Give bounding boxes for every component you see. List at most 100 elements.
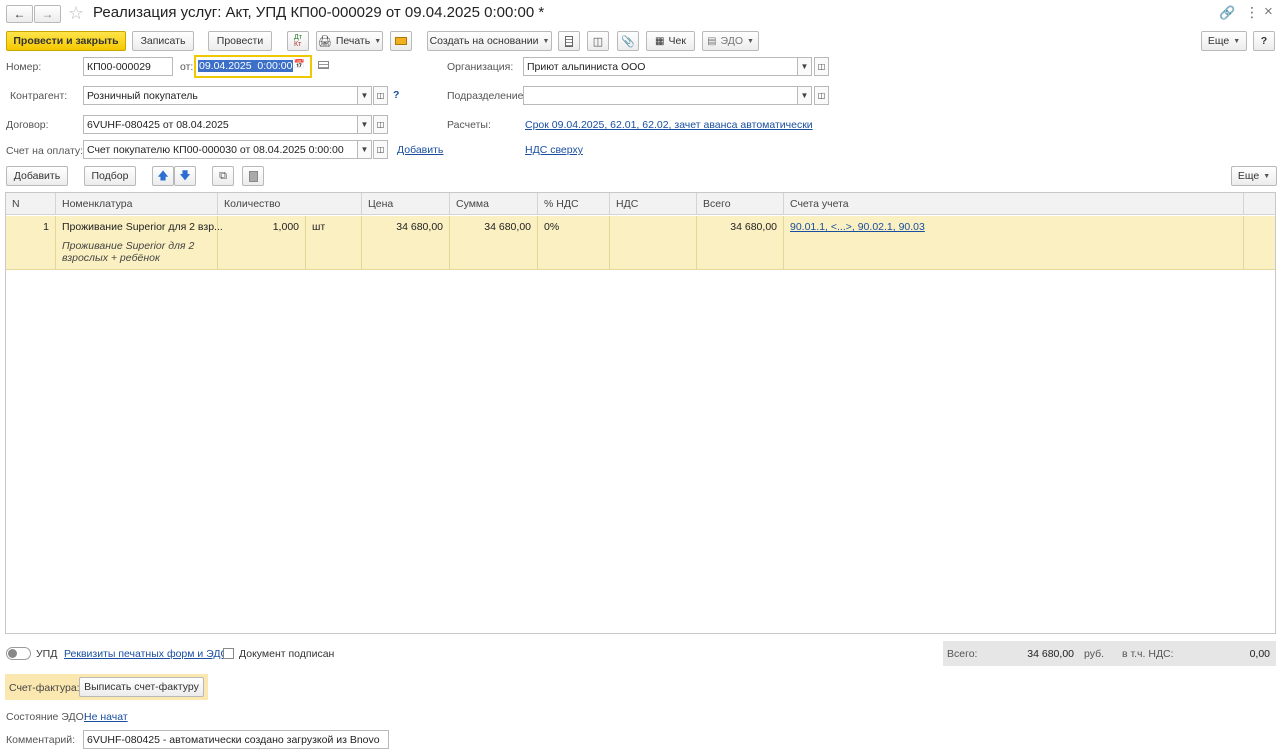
organization-field[interactable]: Приют альпиниста ООО [523, 57, 798, 76]
post-button[interactable]: Провести [208, 31, 272, 51]
invoice-field[interactable]: Счет покупателю КП00-000030 от 08.04.202… [83, 140, 358, 159]
table-header: N Номенклатура Количество Цена Сумма % Н… [6, 193, 1275, 215]
contract-field[interactable]: 6VUHF-080425 от 08.04.2025 [83, 115, 358, 134]
row-quantity[interactable]: 1,000 [218, 216, 306, 270]
create-based-on-button[interactable]: Создать на основании ▼ [427, 31, 552, 51]
date-field-wrapper: 09.04.2025 0:00:00 📅 [194, 55, 312, 78]
chevron-down-icon: ▼ [360, 145, 369, 154]
open-icon: ◫ [376, 91, 385, 100]
check-button[interactable]: ▦ Чек [646, 31, 695, 51]
cash-register-icon: ▦ [655, 35, 665, 47]
column-header-sum[interactable]: Сумма [450, 193, 538, 215]
add-invoice-link[interactable]: Добавить [397, 144, 443, 156]
print-forms-link[interactable]: Реквизиты печатных форм и ЭДО [64, 648, 229, 660]
row-accounts[interactable]: 90.01.1, <...>, 90.02.1, 90.03 [784, 216, 1244, 270]
column-header-quantity[interactable]: Количество [218, 193, 362, 215]
printer-icon: 🖨 [317, 35, 332, 48]
contract-open-button[interactable]: ◫ [373, 115, 388, 134]
contract-label: Договор: [6, 119, 49, 131]
invoice-open-button[interactable]: ◫ [373, 140, 388, 159]
signed-checkbox[interactable] [223, 648, 234, 659]
division-field[interactable] [523, 86, 798, 105]
table-more-button[interactable]: Еще ▼ [1231, 166, 1277, 186]
edo-button[interactable]: ▤ ЭДО ▼ [702, 31, 759, 51]
more-button[interactable]: Еще ▼ [1201, 31, 1247, 51]
row-item-description-line-1: Проживание Superior для 2 [62, 240, 195, 252]
post-and-close-button[interactable]: Провести и закрыть [6, 31, 126, 51]
move-up-button[interactable]: 🡅 [152, 166, 174, 186]
back-button[interactable]: ← [6, 5, 33, 23]
save-button[interactable]: Записать [132, 31, 194, 51]
email-button[interactable] [390, 31, 412, 51]
structure-icon: ◫ [592, 35, 604, 48]
column-header-total[interactable]: Всего [697, 193, 784, 215]
column-header-price[interactable]: Цена [362, 193, 450, 215]
chevron-down-icon: ▼ [747, 37, 754, 45]
contract-dropdown-button[interactable]: ▼ [357, 115, 372, 134]
date-field[interactable]: 09.04.2025 0:00:00 [198, 60, 294, 72]
issue-invoice-button[interactable]: Выписать счет-фактуру [79, 677, 204, 697]
number-field[interactable]: КП00-000029 [83, 57, 173, 76]
settlements-link[interactable]: Срок 09.04.2025, 62.01, 62.02, зачет ава… [525, 119, 813, 131]
upd-toggle[interactable] [6, 647, 31, 660]
document-icon [565, 35, 573, 47]
row-price[interactable]: 34 680,00 [362, 216, 450, 270]
comment-field[interactable]: 6VUHF-080425 - автоматически создано заг… [83, 730, 389, 749]
row-total[interactable]: 34 680,00 [697, 216, 784, 270]
vat-on-top-link[interactable]: НДС сверху [525, 144, 583, 156]
attach-button[interactable]: 📎 [617, 31, 639, 51]
row-accounts-link[interactable]: 90.01.1, <...>, 90.02.1, 90.03 [790, 221, 925, 233]
row-item-description: Проживание Superior для 2 взрослых + реб… [62, 240, 211, 264]
history-icon[interactable] [318, 61, 329, 69]
column-header-item[interactable]: Номенклатура [56, 193, 218, 215]
table-row[interactable]: 1 Проживание Superior для 2 взр... Прожи… [6, 216, 1275, 270]
organization-open-button[interactable]: ◫ [814, 57, 829, 76]
copy-icon: ⧉ [219, 169, 227, 182]
document-button[interactable] [558, 31, 580, 51]
arrow-up-icon: 🡅 [157, 169, 169, 182]
column-header-accounts[interactable]: Счета учета [784, 193, 1244, 215]
open-icon: ◫ [376, 120, 385, 129]
row-sum[interactable]: 34 680,00 [450, 216, 538, 270]
forward-button[interactable]: → [34, 5, 61, 23]
open-icon: ◫ [817, 91, 826, 100]
star-icon[interactable]: ☆ [68, 3, 84, 24]
comment-label: Комментарий: [6, 734, 76, 746]
table-add-button[interactable]: Добавить [6, 166, 68, 186]
counterparty-open-button[interactable]: ◫ [373, 86, 388, 105]
edo-state-label: Состояние ЭДО: [6, 711, 87, 723]
row-vat-rate[interactable]: 0% [538, 216, 610, 270]
structure-button[interactable]: ◫ [587, 31, 609, 51]
fill-button[interactable] [242, 166, 264, 186]
arrow-down-icon: 🡇 [179, 169, 191, 182]
division-dropdown-button[interactable]: ▼ [797, 86, 812, 105]
column-header-vat[interactable]: НДС [610, 193, 697, 215]
close-icon[interactable]: × [1264, 3, 1273, 20]
dt-kt-button[interactable]: Дт Кт [287, 31, 309, 51]
copy-row-button[interactable]: ⧉ [212, 166, 234, 186]
division-label: Подразделение: [447, 90, 527, 102]
division-open-button[interactable]: ◫ [814, 86, 829, 105]
organization-dropdown-button[interactable]: ▼ [797, 57, 812, 76]
row-item[interactable]: Проживание Superior для 2 взр... Прожива… [56, 216, 223, 270]
link-icon[interactable]: 🔗 [1219, 5, 1235, 21]
counterparty-help-icon[interactable]: ? [393, 89, 399, 101]
calendar-icon[interactable]: 📅 [294, 59, 305, 70]
menu-dots-icon[interactable]: ⋮ [1245, 4, 1259, 21]
row-vat[interactable] [610, 216, 697, 270]
move-down-button[interactable]: 🡇 [174, 166, 196, 186]
column-header-n[interactable]: N [6, 193, 56, 215]
edo-state-link[interactable]: Не начат [84, 711, 128, 723]
organization-label: Организация: [447, 61, 514, 73]
chevron-down-icon: ▼ [542, 37, 550, 45]
row-unit[interactable]: шт [306, 216, 362, 270]
counterparty-field[interactable]: Розничный покупатель [83, 86, 358, 105]
counterparty-dropdown-button[interactable]: ▼ [357, 86, 372, 105]
column-header-vat-rate[interactable]: % НДС [538, 193, 610, 215]
print-button[interactable]: 🖨 Печать ▼ [316, 31, 383, 51]
goods-table[interactable]: N Номенклатура Количество Цена Сумма % Н… [5, 192, 1276, 634]
row-item-description-line-2: взрослых + ребёнок [62, 252, 160, 264]
invoice-dropdown-button[interactable]: ▼ [357, 140, 372, 159]
help-button[interactable]: ? [1253, 31, 1275, 51]
table-pick-button[interactable]: Подбор [84, 166, 136, 186]
